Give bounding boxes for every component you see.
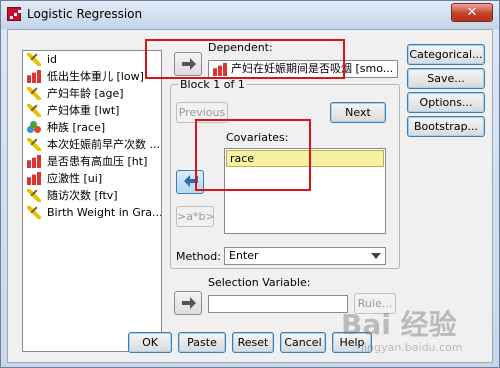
options-button[interactable]: Options... <box>407 92 485 113</box>
balls-icon <box>27 121 41 134</box>
variable-label: 应激性 [ui] <box>47 172 103 185</box>
method-label: Method: <box>176 250 221 263</box>
window-title: Logistic Regression <box>27 7 143 21</box>
block-title: Block 1 of 1 <box>178 78 247 91</box>
paste-button[interactable]: Paste <box>178 332 226 353</box>
save-button[interactable]: Save... <box>407 68 485 89</box>
ruler-icon <box>27 53 41 66</box>
variable-label: id <box>47 53 58 66</box>
watermark-logo: Bai 经验 <box>341 308 457 341</box>
ruler-icon <box>27 138 41 151</box>
variable-label: 随访次数 [ftv] <box>47 189 118 202</box>
variable-list-item[interactable]: 种族 [race] <box>23 119 161 136</box>
variable-list-item[interactable]: 本次妊娠前早产次数 ... <box>23 136 161 153</box>
variable-label: 产妇年龄 [age] <box>47 87 124 100</box>
interaction-button[interactable]: >a*b> <box>176 206 215 227</box>
variable-list-item[interactable]: id <box>23 51 161 68</box>
ok-button[interactable]: OK <box>128 332 172 353</box>
variable-list-item[interactable]: 产妇年龄 [age] <box>23 85 161 102</box>
variable-label: 是否患有高血压 [ht] <box>47 155 148 168</box>
close-button[interactable]: ✕ <box>451 3 493 22</box>
ruler-icon <box>27 104 41 117</box>
bars-icon <box>27 70 41 83</box>
dependent-highlight-box <box>145 39 345 79</box>
variable-list-item[interactable]: 是否患有高血压 [ht] <box>23 153 161 170</box>
method-select[interactable]: Enter <box>224 247 386 265</box>
watermark-url: jingyan.baidu.com <box>361 341 463 354</box>
bootstrap-button[interactable]: Bootstrap... <box>407 116 485 137</box>
ruler-icon <box>27 87 41 100</box>
selection-variable-label: Selection Variable: <box>208 276 311 289</box>
bars-icon <box>27 155 41 168</box>
cancel-button[interactable]: Cancel <box>280 332 326 353</box>
next-button[interactable]: Next <box>330 102 386 123</box>
spss-app-icon <box>7 7 21 21</box>
move-to-selection-button[interactable] <box>174 291 202 315</box>
variable-list-item[interactable]: 应激性 [ui] <box>23 170 161 187</box>
ruler-icon <box>27 206 41 219</box>
ruler-icon <box>27 189 41 202</box>
variable-label: Birth Weight in Gra... <box>47 206 162 219</box>
variable-label: 低出生体重儿 [low] <box>47 70 144 83</box>
variable-list-item[interactable]: 产妇体重 [lwt] <box>23 102 161 119</box>
chevron-down-icon <box>371 253 381 259</box>
variable-list-item[interactable]: 低出生体重儿 [low] <box>23 68 161 85</box>
method-value: Enter <box>229 249 259 262</box>
categorical-button[interactable]: Categorical... <box>407 44 485 65</box>
right-arrow-icon <box>182 297 196 309</box>
variable-list[interactable]: id 低出生体重儿 [low] 产妇年龄 [age] 产妇体重 [lwt] 种族 [ra… <box>22 50 162 352</box>
covariates-highlight-box <box>195 119 311 191</box>
variable-label: 种族 [race] <box>47 121 106 134</box>
variable-list-item[interactable]: 随访次数 [ftv] <box>23 187 161 204</box>
variable-label: 本次妊娠前早产次数 ... <box>47 138 160 151</box>
variable-list-item[interactable]: Birth Weight in Gra... <box>23 204 161 221</box>
reset-button[interactable]: Reset <box>232 332 274 353</box>
bars-icon <box>27 172 41 185</box>
selection-variable-field[interactable] <box>208 295 348 313</box>
dialog-window: Logistic Regression ✕ id 低出生体重儿 [low] 产妇年龄… <box>0 0 500 368</box>
variable-label: 产妇体重 [lwt] <box>47 104 120 117</box>
title-bar[interactable]: Logistic Regression ✕ <box>1 1 499 29</box>
